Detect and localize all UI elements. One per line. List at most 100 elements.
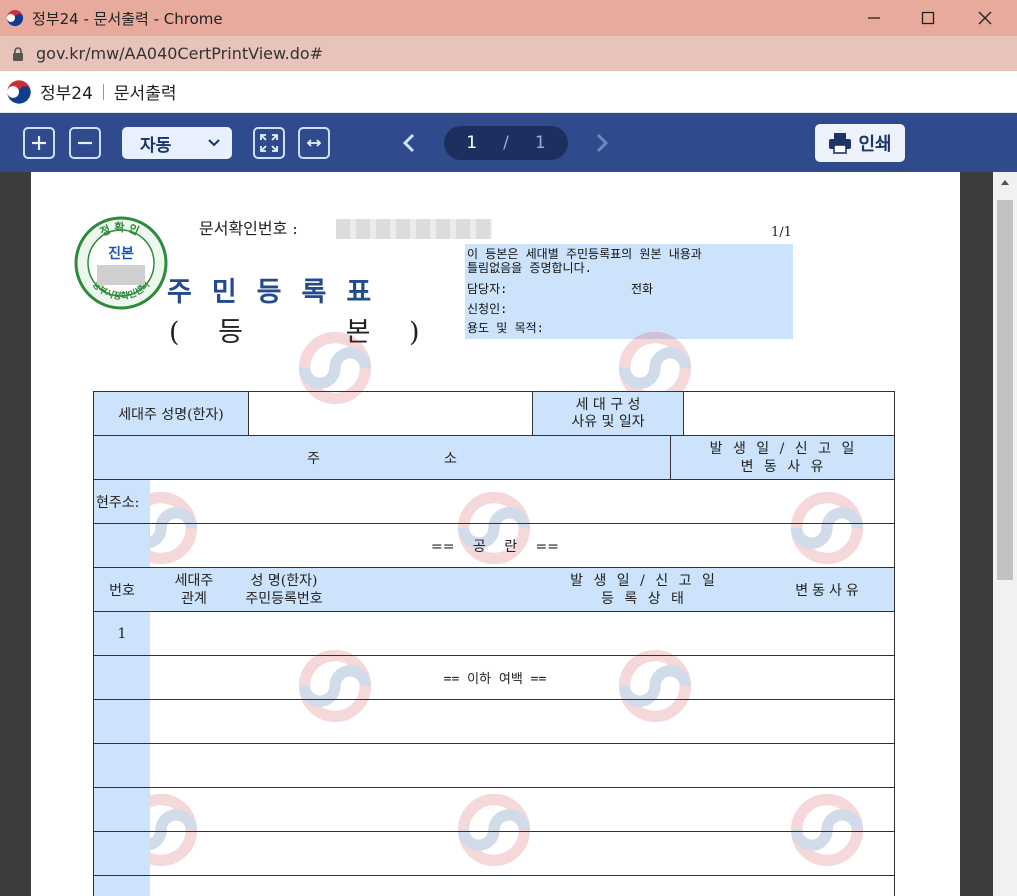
window-titlebar: 정부24 - 문서출력 - Chrome — [0, 0, 1017, 36]
header-separator — [102, 83, 104, 100]
cert-applicant-label: 신청인: — [467, 302, 508, 316]
col-reason: 변동사유 — [795, 582, 863, 599]
plus-icon — [32, 136, 46, 150]
subtitle-open: ( — [169, 317, 180, 348]
date-reason-header: 발 생 일 / 신 고 일 변 동 사 유 — [671, 436, 896, 479]
table-row — [94, 876, 894, 896]
gov24-logo-icon — [6, 79, 32, 104]
close-icon — [978, 11, 992, 25]
table-row: 현주소: — [94, 480, 894, 524]
seal-center-text: 진본 — [108, 245, 134, 262]
address-bar[interactable]: gov.kr/mw/AA040CertPrintView.do# — [0, 36, 1017, 71]
site-header: 정부24 문서출력 — [0, 71, 1017, 113]
zoom-select[interactable]: 자동 — [122, 127, 232, 159]
table-row: 주 소 발 생 일 / 신 고 일 변 동 사 유 — [94, 436, 894, 480]
document-page: 정확인 동부시정확인센터 진본 문서확인번호 : 1/1 주민등록표 ( 등 본… — [31, 172, 960, 896]
date-header-line-2: 변 동 사 유 — [740, 458, 827, 475]
col-number: 번호 — [109, 582, 135, 599]
scroll-thumb[interactable] — [997, 200, 1013, 580]
page-number: 1/1 — [771, 225, 792, 240]
printer-icon — [829, 133, 852, 154]
end-marker: == 이하 여백 == — [443, 672, 547, 687]
date-header-line-1: 발 생 일 / 신 고 일 — [709, 440, 858, 457]
gov24-logo-icon — [6, 9, 24, 27]
window-title: 정부24 - 문서출력 - Chrome — [32, 9, 223, 28]
document-id-label: 문서확인번호 : — [199, 219, 298, 238]
next-page-button[interactable] — [588, 129, 616, 157]
minimize-icon — [868, 17, 880, 19]
subtitle-bon: 본 — [345, 317, 371, 348]
triangle-up-icon — [1001, 180, 1009, 185]
print-button[interactable]: 인쇄 — [815, 124, 905, 162]
current-page[interactable]: 1 — [466, 133, 477, 153]
row-number: 1 — [117, 625, 127, 642]
minimize-button[interactable] — [846, 0, 902, 36]
fit-page-button[interactable] — [253, 127, 285, 159]
fit-page-icon — [260, 134, 278, 152]
viewer-toolbar: 자동 1 / 1 인쇄 — [0, 113, 1017, 172]
cert-manager-label: 담당자: — [467, 282, 508, 296]
current-address-label: 현주소: — [96, 494, 140, 511]
authenticity-seal: 정확인 동부시정확인센터 진본 — [74, 216, 168, 310]
address-header: 주 소 — [94, 436, 670, 479]
subtitle-deung: 등 — [218, 317, 243, 348]
subtitle-close: ) — [409, 317, 420, 348]
chevron-right-icon — [596, 133, 609, 153]
table-row: 1 — [94, 612, 894, 656]
maximize-icon — [921, 11, 935, 25]
scroll-up-button[interactable] — [993, 178, 1017, 192]
page-name: 문서출력 — [113, 84, 177, 104]
prev-page-button[interactable] — [395, 129, 423, 157]
chevron-left-icon — [402, 133, 415, 153]
address-header-so: 소 — [444, 450, 457, 467]
table-row: == 공 란 == — [94, 524, 894, 568]
total-pages: 1 — [534, 133, 546, 153]
fit-width-button[interactable] — [298, 127, 330, 159]
composition-line-1: 세 대 구 성 — [575, 396, 641, 413]
page-separator: / — [503, 133, 509, 153]
lock-icon — [13, 46, 23, 61]
household-composition-label: 세 대 구 성 사유 및 일자 — [533, 392, 683, 435]
certification-box: 이 등본은 세대별 주민등록표의 원본 내용과 틀림없음을 증명합니다. 담당자… — [465, 244, 793, 339]
col-date-line-2: 등 록 상 태 — [601, 590, 687, 607]
zoom-out-button[interactable] — [69, 127, 101, 159]
composition-line-2: 사유 및 일자 — [571, 413, 645, 430]
col-date-line-1: 발 생 일 / 신 고 일 — [570, 572, 718, 589]
head-name-label: 세대주 성명(한자) — [94, 392, 248, 435]
col-date-status: 발 생 일 / 신 고 일 등 록 상 태 — [534, 568, 754, 611]
cert-phone-label: 전화 — [631, 282, 654, 296]
col-name: 성 명(한자) 주민등록번호 — [234, 568, 334, 611]
print-label: 인쇄 — [858, 134, 892, 155]
close-button[interactable] — [957, 0, 1013, 36]
resident-registration-table: 세대주 성명(한자) 세 대 구 성 사유 및 일자 주 소 발 생 일 / 신… — [93, 391, 895, 896]
cert-line-1: 이 등본은 세대별 주민등록표의 원본 내용과 — [467, 247, 702, 261]
table-row: 번호 세대주 관계 성 명(한자) 주민등록번호 발 생 일 / 신 고 일 등… — [94, 568, 894, 612]
col-name-line-2: 주민등록번호 — [245, 590, 323, 607]
fit-width-icon — [306, 139, 322, 147]
col-relation-line-2: 관계 — [181, 590, 207, 607]
document-title: 주민등록표 — [167, 277, 392, 308]
minus-icon — [78, 141, 92, 145]
redacted-document-id — [336, 219, 492, 239]
site-name[interactable]: 정부24 — [40, 79, 93, 104]
zoom-value: 자동 — [140, 135, 172, 156]
chevron-down-icon — [208, 139, 220, 147]
col-relation-line-1: 세대주 — [174, 572, 214, 589]
table-row — [94, 832, 894, 876]
url-text[interactable]: gov.kr/mw/AA040CertPrintView.do# — [36, 44, 323, 63]
document-subtitle: ( 등 본 ) — [169, 310, 420, 349]
table-row — [94, 744, 894, 788]
cert-purpose-label: 용도 및 목적: — [467, 321, 544, 335]
zoom-in-button[interactable] — [23, 127, 55, 159]
maximize-button[interactable] — [900, 0, 956, 36]
document-viewer[interactable]: 정확인 동부시정확인센터 진본 문서확인번호 : 1/1 주민등록표 ( 등 본… — [0, 172, 1017, 896]
page-indicator[interactable]: 1 / 1 — [444, 126, 568, 160]
table-row: 세대주 성명(한자) 세 대 구 성 사유 및 일자 — [94, 392, 894, 436]
col-relation: 세대주 관계 — [164, 568, 224, 611]
vertical-scrollbar[interactable] — [993, 172, 1017, 896]
address-header-ju: 주 — [307, 450, 320, 467]
col-name-line-1: 성 명(한자) — [250, 572, 318, 589]
table-row — [94, 788, 894, 832]
table-row: == 이하 여백 == — [94, 656, 894, 700]
cert-line-2: 틀림없음을 증명합니다. — [467, 261, 592, 275]
